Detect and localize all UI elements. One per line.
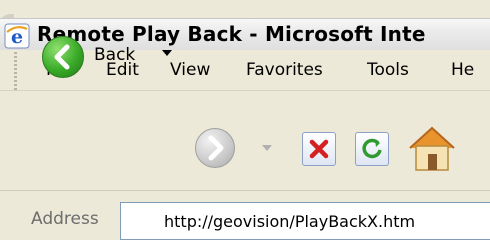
address-bar: Address http://geovision/PlayBackX.htm: [0, 196, 490, 240]
address-label: Address: [31, 209, 99, 229]
browser-window: e Remote Play Back - Microsoft Inte File…: [0, 0, 490, 240]
ie-icon: e: [4, 23, 30, 49]
refresh-icon: [362, 138, 382, 159]
menu-favorites[interactable]: Favorites: [246, 60, 323, 80]
refresh-button[interactable]: [355, 132, 389, 166]
address-input[interactable]: http://geovision/PlayBackX.htm: [120, 202, 490, 240]
address-url[interactable]: http://geovision/PlayBackX.htm: [164, 212, 415, 231]
forward-dropdown-icon[interactable]: [262, 145, 272, 151]
home-icon: [409, 126, 455, 171]
toolbar-divider: [0, 190, 490, 191]
stop-button[interactable]: [302, 132, 336, 166]
back-label: Back: [94, 45, 136, 65]
back-arrow-icon: [42, 36, 84, 78]
home-button[interactable]: [406, 122, 486, 172]
menu-tools[interactable]: Tools: [367, 60, 409, 80]
menu-help[interactable]: He: [451, 60, 474, 80]
stop-icon: [309, 139, 329, 159]
forward-arrow-icon[interactable]: [195, 128, 235, 168]
back-dropdown-icon[interactable]: [162, 50, 172, 56]
back-button[interactable]: Back: [42, 36, 182, 78]
